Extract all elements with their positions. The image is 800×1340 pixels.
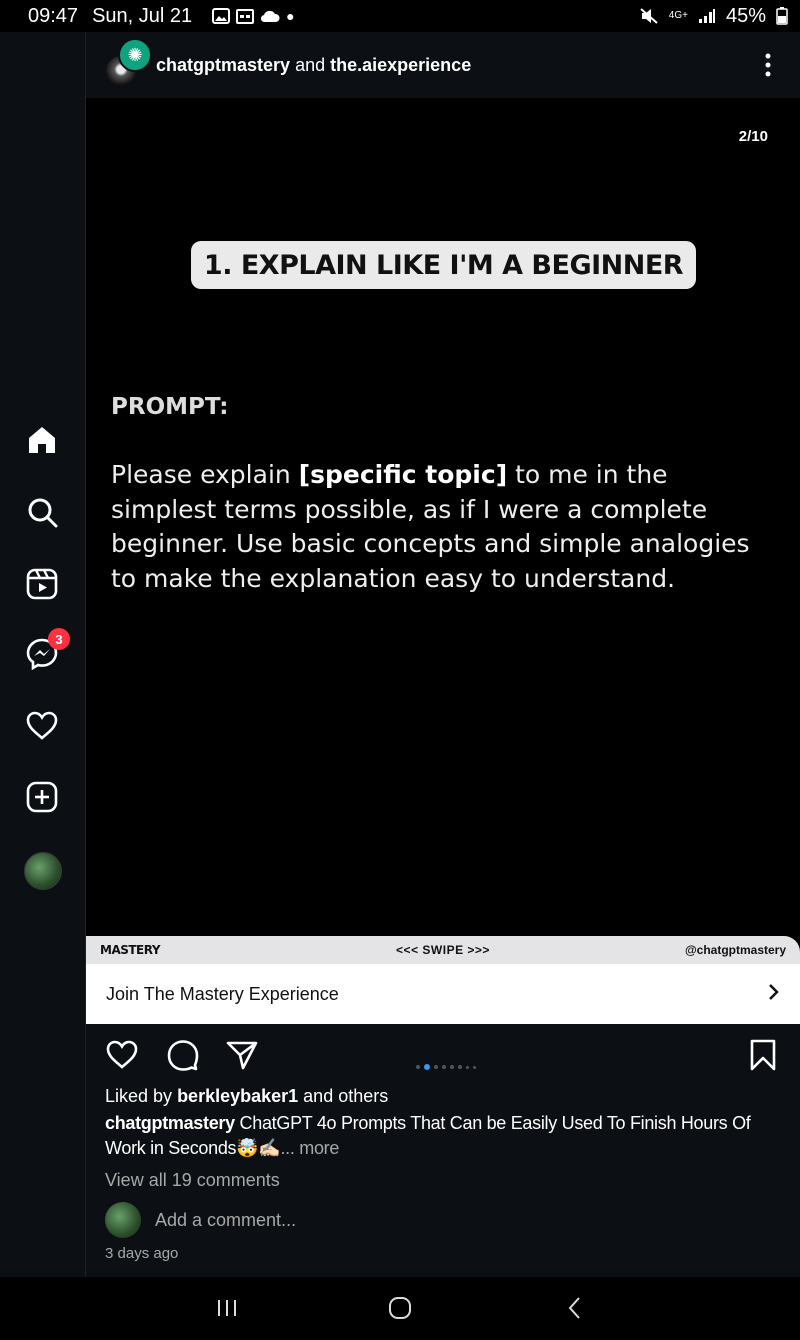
liked-by-user[interactable]: berkleybaker1 <box>177 1086 298 1106</box>
carousel-dot <box>416 1065 420 1069</box>
post-carousel-image[interactable]: 2/10 1. EXPLAIN LIKE I'M A BEGINNER PROM… <box>86 98 800 936</box>
cta-label: Join The Mastery Experience <box>106 983 339 1004</box>
caption-author[interactable]: chatgptmastery <box>105 1113 235 1133</box>
heart-icon <box>106 1040 138 1069</box>
home-circle-icon <box>389 1297 411 1319</box>
nav-notifications[interactable] <box>24 708 60 744</box>
status-date: Sun, Jul 21 <box>92 4 193 27</box>
carousel-dot <box>450 1065 454 1069</box>
carousel-dot <box>442 1065 446 1069</box>
carousel-dot <box>458 1065 462 1069</box>
battery-icon <box>776 7 788 25</box>
system-navigation-bar <box>0 1277 800 1340</box>
likes-suffix: and others <box>303 1086 389 1106</box>
calendar-icon <box>236 9 255 24</box>
comment-icon <box>167 1040 199 1071</box>
slide-counter: 2/10 <box>738 128 768 145</box>
caption-more-link[interactable]: ... more <box>280 1138 339 1158</box>
status-time: 09:47 <box>28 4 79 27</box>
back-icon <box>568 1297 580 1319</box>
prompt-text-before: Please explain <box>111 460 299 489</box>
heart-icon <box>26 711 58 740</box>
image-footer-strip: MASTERY <<< SWIPE >>> @chatgptmastery <box>86 936 800 964</box>
chevron-right-icon <box>768 981 780 1007</box>
home-button[interactable] <box>385 1293 415 1323</box>
author-joiner: and <box>295 54 326 75</box>
prompt-placeholder: [specific topic] <box>298 460 508 489</box>
mute-icon <box>640 8 658 24</box>
battery-percent: 45% <box>725 4 766 27</box>
share-button[interactable] <box>225 1038 259 1072</box>
swipe-hint: <<< SWIPE >>> <box>396 943 490 957</box>
prompt-label: PROMPT: <box>111 394 229 420</box>
openai-logo-avatar[interactable]: ✺ <box>118 38 152 72</box>
slide-heading: 1. EXPLAIN LIKE I'M A BEGINNER <box>191 241 696 289</box>
collab-avatars[interactable]: ✺ <box>86 32 156 98</box>
add-comment-row[interactable]: Add a comment... <box>105 1202 296 1238</box>
likes-prefix: Liked by <box>105 1086 173 1106</box>
cta-link[interactable]: Join The Mastery Experience <box>86 964 800 1024</box>
cloud-icon <box>261 10 280 23</box>
author-secondary[interactable]: the.aiexperience <box>330 55 471 75</box>
home-icon <box>29 427 55 453</box>
comment-input[interactable]: Add a comment... <box>155 1210 296 1231</box>
nav-home[interactable] <box>24 422 60 458</box>
carousel-dot <box>473 1065 476 1069</box>
reels-icon <box>26 568 58 600</box>
like-button[interactable] <box>105 1038 139 1072</box>
post-authors: chatgptmastery and the.aiexperience <box>156 55 471 76</box>
profile-avatar[interactable] <box>24 852 62 890</box>
carousel-dot <box>466 1065 469 1069</box>
carousel-dot <box>434 1065 438 1069</box>
more-options-button[interactable] <box>756 45 780 85</box>
post-timestamp: 3 days ago <box>105 1245 179 1262</box>
author-primary[interactable]: chatgptmastery <box>156 55 290 75</box>
post-details: Liked by berkleybaker1 and others chatgp… <box>86 1024 800 1277</box>
notification-icons: ● <box>212 8 295 24</box>
nav-messages[interactable]: 3 <box>24 628 70 672</box>
search-icon <box>28 498 58 528</box>
post-caption: chatgptmastery ChatGPT 4o Prompts That C… <box>105 1111 785 1161</box>
carousel-indicator <box>416 1064 476 1070</box>
carousel-dot-active <box>424 1064 430 1070</box>
network-type: 4G+ <box>668 10 688 21</box>
likes-summary[interactable]: Liked by berkleybaker1 and others <box>105 1084 785 1109</box>
post-actions <box>86 1038 800 1074</box>
post-header: ✺ chatgptmastery and the.aiexperience <box>86 32 800 98</box>
view-comments-link[interactable]: View all 19 comments <box>105 1168 785 1193</box>
prompt-text: Please explain [specific topic] to me in… <box>111 458 771 596</box>
messages-badge: 3 <box>48 628 70 650</box>
user-avatar <box>105 1202 141 1238</box>
recents-icon <box>218 1300 236 1316</box>
signal-icon <box>698 9 715 23</box>
save-button[interactable] <box>746 1038 780 1072</box>
status-bar: 09:47 Sun, Jul 21 ● 4G+ 45% <box>0 0 800 32</box>
nav-reels[interactable] <box>24 566 60 602</box>
nav-search[interactable] <box>24 494 60 530</box>
gallery-icon <box>212 8 231 24</box>
side-nav: 3 <box>0 32 86 1277</box>
dot-icon: ● <box>286 8 295 24</box>
recent-apps-button[interactable] <box>212 1293 242 1323</box>
send-icon <box>226 1041 258 1070</box>
bookmark-icon <box>750 1039 776 1071</box>
more-vertical-icon <box>765 53 771 77</box>
back-button[interactable] <box>560 1293 590 1323</box>
create-icon <box>26 781 58 813</box>
nav-create[interactable] <box>24 779 60 815</box>
comment-button[interactable] <box>166 1038 200 1072</box>
